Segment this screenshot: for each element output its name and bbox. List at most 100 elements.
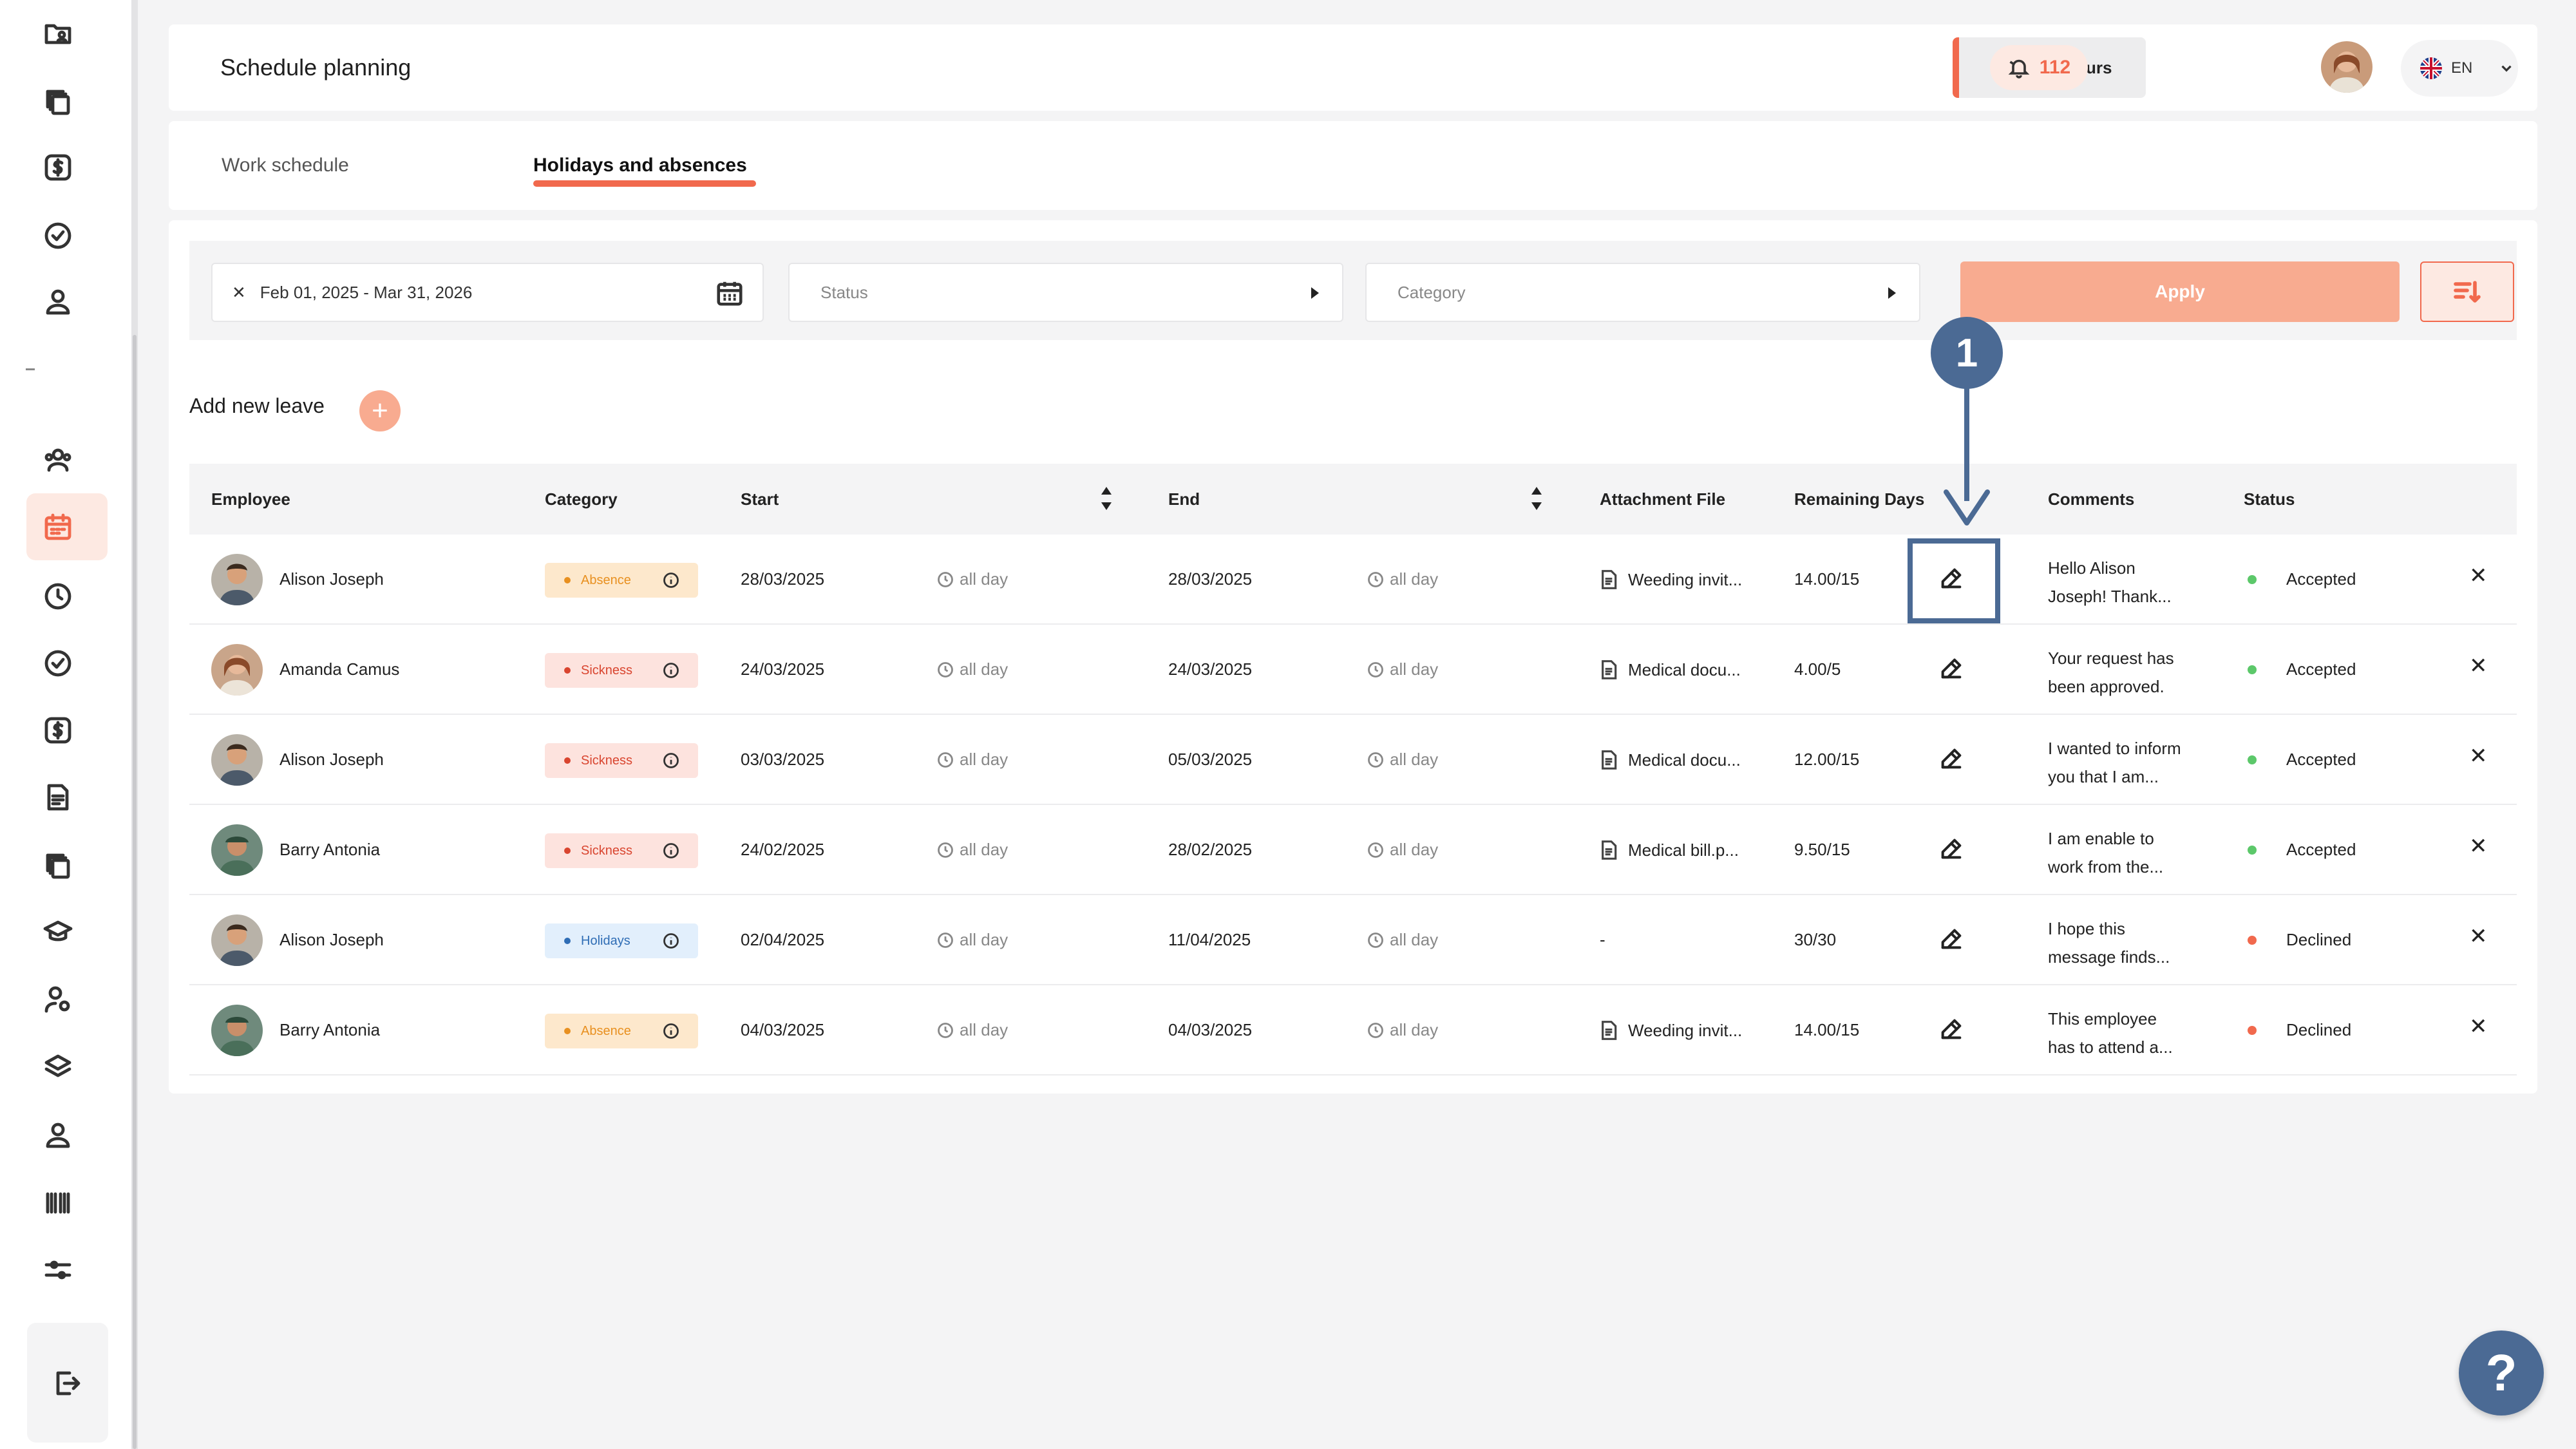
barcode-icon[interactable] bbox=[40, 1185, 76, 1221]
logout-icon[interactable] bbox=[49, 1365, 85, 1401]
sort-start-icon[interactable] bbox=[1100, 487, 1113, 510]
end-time-label: all day bbox=[1390, 1020, 1439, 1039]
category-label: Absence bbox=[581, 573, 631, 587]
user-icon[interactable] bbox=[40, 283, 76, 319]
sidebar-scrollbar-thumb[interactable] bbox=[133, 335, 137, 1449]
employee-avatar bbox=[211, 554, 263, 605]
attachment-file[interactable]: Weeding invit... bbox=[1600, 569, 1742, 590]
calendar-icon[interactable] bbox=[40, 509, 76, 545]
category-label: Absence bbox=[581, 1023, 631, 1038]
employee-avatar bbox=[211, 914, 263, 966]
remaining-days: 12.00/15 bbox=[1794, 750, 1860, 769]
table-row[interactable]: Barry Antonia Absence 04/03/2025 all day… bbox=[189, 985, 2517, 1075]
users-icon[interactable] bbox=[40, 442, 76, 478]
attachment-file[interactable]: Medical docu... bbox=[1600, 659, 1741, 680]
dollar-icon[interactable] bbox=[40, 712, 76, 748]
add-leave-button[interactable]: + bbox=[359, 390, 401, 431]
tab-work-schedule[interactable]: Work schedule bbox=[222, 155, 349, 176]
report-icon[interactable] bbox=[40, 779, 76, 815]
header-category: Category bbox=[545, 489, 618, 509]
category-dot bbox=[564, 757, 571, 764]
check-circle-icon[interactable] bbox=[40, 218, 76, 254]
sidebar bbox=[0, 0, 137, 1449]
clock-icon bbox=[938, 752, 953, 768]
edit-icon[interactable] bbox=[1938, 926, 1967, 954]
close-icon[interactable]: ✕ bbox=[2469, 743, 2488, 769]
info-icon[interactable] bbox=[662, 1022, 680, 1040]
status-label: Accepted bbox=[2286, 750, 2356, 769]
folder-user-icon[interactable] bbox=[40, 15, 76, 52]
category-dot bbox=[564, 1028, 571, 1034]
attachment-file[interactable]: Weeding invit... bbox=[1600, 1020, 1742, 1041]
document-icon bbox=[1602, 570, 1617, 589]
category-badge: Sickness bbox=[545, 653, 698, 688]
close-icon[interactable]: ✕ bbox=[2469, 1014, 2488, 1039]
info-icon[interactable] bbox=[662, 571, 680, 589]
attachment-file[interactable]: Medical bill.p... bbox=[1600, 840, 1739, 860]
employee-name: Alison Joseph bbox=[279, 750, 384, 769]
end-time: all day bbox=[1367, 659, 1438, 679]
status-label: Accepted bbox=[2286, 659, 2356, 679]
notification-button[interactable]: 112 bbox=[1990, 45, 2088, 90]
table-row[interactable]: Amanda Camus Sickness 24/03/2025 all day… bbox=[189, 625, 2517, 715]
table-row[interactable]: Alison Joseph Holidays 02/04/2025 all da… bbox=[189, 895, 2517, 985]
clock-icon bbox=[938, 1022, 953, 1038]
notification-count: 112 bbox=[2039, 57, 2071, 78]
check-circle-icon[interactable] bbox=[40, 645, 76, 681]
user-settings-icon[interactable] bbox=[40, 981, 76, 1018]
clock-icon bbox=[1368, 571, 1383, 587]
comment-text: I am enable to work from the... bbox=[2048, 824, 2215, 881]
layers-icon[interactable] bbox=[40, 1050, 76, 1086]
apply-button[interactable]: Apply bbox=[1960, 261, 2400, 322]
close-icon[interactable]: ✕ bbox=[2469, 563, 2488, 589]
copy-icon[interactable] bbox=[40, 848, 76, 884]
table-row[interactable]: Barry Antonia Sickness 24/02/2025 all da… bbox=[189, 805, 2517, 895]
table-row[interactable]: Alison Joseph Sickness 03/03/2025 all da… bbox=[189, 715, 2517, 805]
info-icon[interactable] bbox=[662, 842, 680, 860]
info-icon[interactable] bbox=[662, 932, 680, 950]
dollar-icon[interactable] bbox=[40, 149, 76, 185]
calendar-icon[interactable] bbox=[715, 278, 744, 308]
close-icon[interactable]: ✕ bbox=[2469, 653, 2488, 679]
edit-icon[interactable] bbox=[1938, 836, 1967, 864]
close-icon[interactable]: ✕ bbox=[2469, 833, 2488, 859]
date-range-field[interactable]: ✕ Feb 01, 2025 - Mar 31, 2026 bbox=[211, 263, 764, 322]
language-selector[interactable]: EN bbox=[2401, 40, 2518, 97]
attachment-file[interactable]: Medical docu... bbox=[1600, 750, 1741, 770]
status-select[interactable]: Status bbox=[788, 263, 1343, 322]
edit-icon[interactable] bbox=[1938, 656, 1967, 684]
caret-right-icon bbox=[1888, 287, 1896, 299]
status-cell: Declined bbox=[2248, 1020, 2351, 1040]
clock-icon bbox=[938, 842, 953, 858]
edit-icon[interactable] bbox=[1938, 1016, 1967, 1045]
employee-name: Barry Antonia bbox=[279, 840, 381, 859]
edit-icon[interactable] bbox=[1938, 746, 1967, 774]
clock-icon bbox=[938, 932, 953, 948]
caret-right-icon bbox=[1311, 287, 1319, 299]
employee-avatar bbox=[211, 644, 263, 696]
sort-button[interactable] bbox=[2420, 261, 2514, 322]
sort-end-icon[interactable] bbox=[1530, 487, 1543, 510]
graduation-icon[interactable] bbox=[40, 914, 76, 951]
status-cell: Declined bbox=[2248, 930, 2351, 950]
tab-holidays-and-absences[interactable]: Holidays and absences bbox=[533, 155, 747, 176]
info-icon[interactable] bbox=[662, 752, 680, 770]
info-icon[interactable] bbox=[662, 661, 680, 679]
start-time: all day bbox=[936, 659, 1008, 679]
clear-date-icon[interactable]: ✕ bbox=[232, 283, 246, 303]
category-select[interactable]: Category bbox=[1365, 263, 1920, 322]
remaining-days: 14.00/15 bbox=[1794, 1020, 1860, 1039]
copy-icon[interactable] bbox=[40, 84, 76, 120]
category-label: Holidays bbox=[581, 933, 630, 948]
sliders-icon[interactable] bbox=[40, 1252, 76, 1288]
employee-avatar bbox=[211, 824, 263, 876]
employee-avatar bbox=[211, 734, 263, 786]
user-icon[interactable] bbox=[40, 1117, 76, 1153]
clock-icon[interactable] bbox=[40, 578, 76, 614]
close-icon[interactable]: ✕ bbox=[2469, 923, 2488, 949]
table-row[interactable]: Alison Joseph Absence 28/03/2025 all day… bbox=[189, 535, 2517, 625]
help-button[interactable]: ? bbox=[2459, 1331, 2544, 1416]
comment-line-1: I hope this bbox=[2048, 919, 2125, 938]
user-avatar[interactable] bbox=[2321, 41, 2372, 93]
plus-icon: + bbox=[372, 395, 388, 426]
